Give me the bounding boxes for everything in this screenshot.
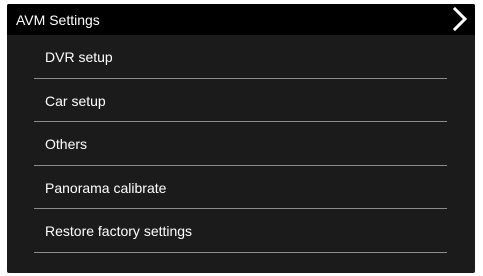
menu-item-label: Others [45,136,88,152]
menu-item-car-setup[interactable]: Car setup [7,79,475,122]
menu-item-restore-factory-settings[interactable]: Restore factory settings [7,209,475,253]
divider [34,251,447,253]
menu-item-label: Restore factory settings [45,223,193,239]
settings-screen: AVM Settings DVR setup Car setup Others … [7,4,475,273]
menu-item-label: Car setup [45,92,106,109]
menu-item-panorama-calibrate[interactable]: Panorama calibrate [7,166,475,209]
menu-item-others[interactable]: Others [7,122,475,166]
page-title: AVM Settings [16,12,100,28]
settings-menu: DVR setup Car setup Others Panorama cali… [7,35,475,253]
chevron-right-icon[interactable] [453,7,467,31]
menu-item-dvr-setup[interactable]: DVR setup [7,35,475,79]
title-bar: AVM Settings [7,4,475,35]
menu-item-label: DVR setup [45,49,113,65]
menu-item-label: Panorama calibrate [45,179,167,196]
